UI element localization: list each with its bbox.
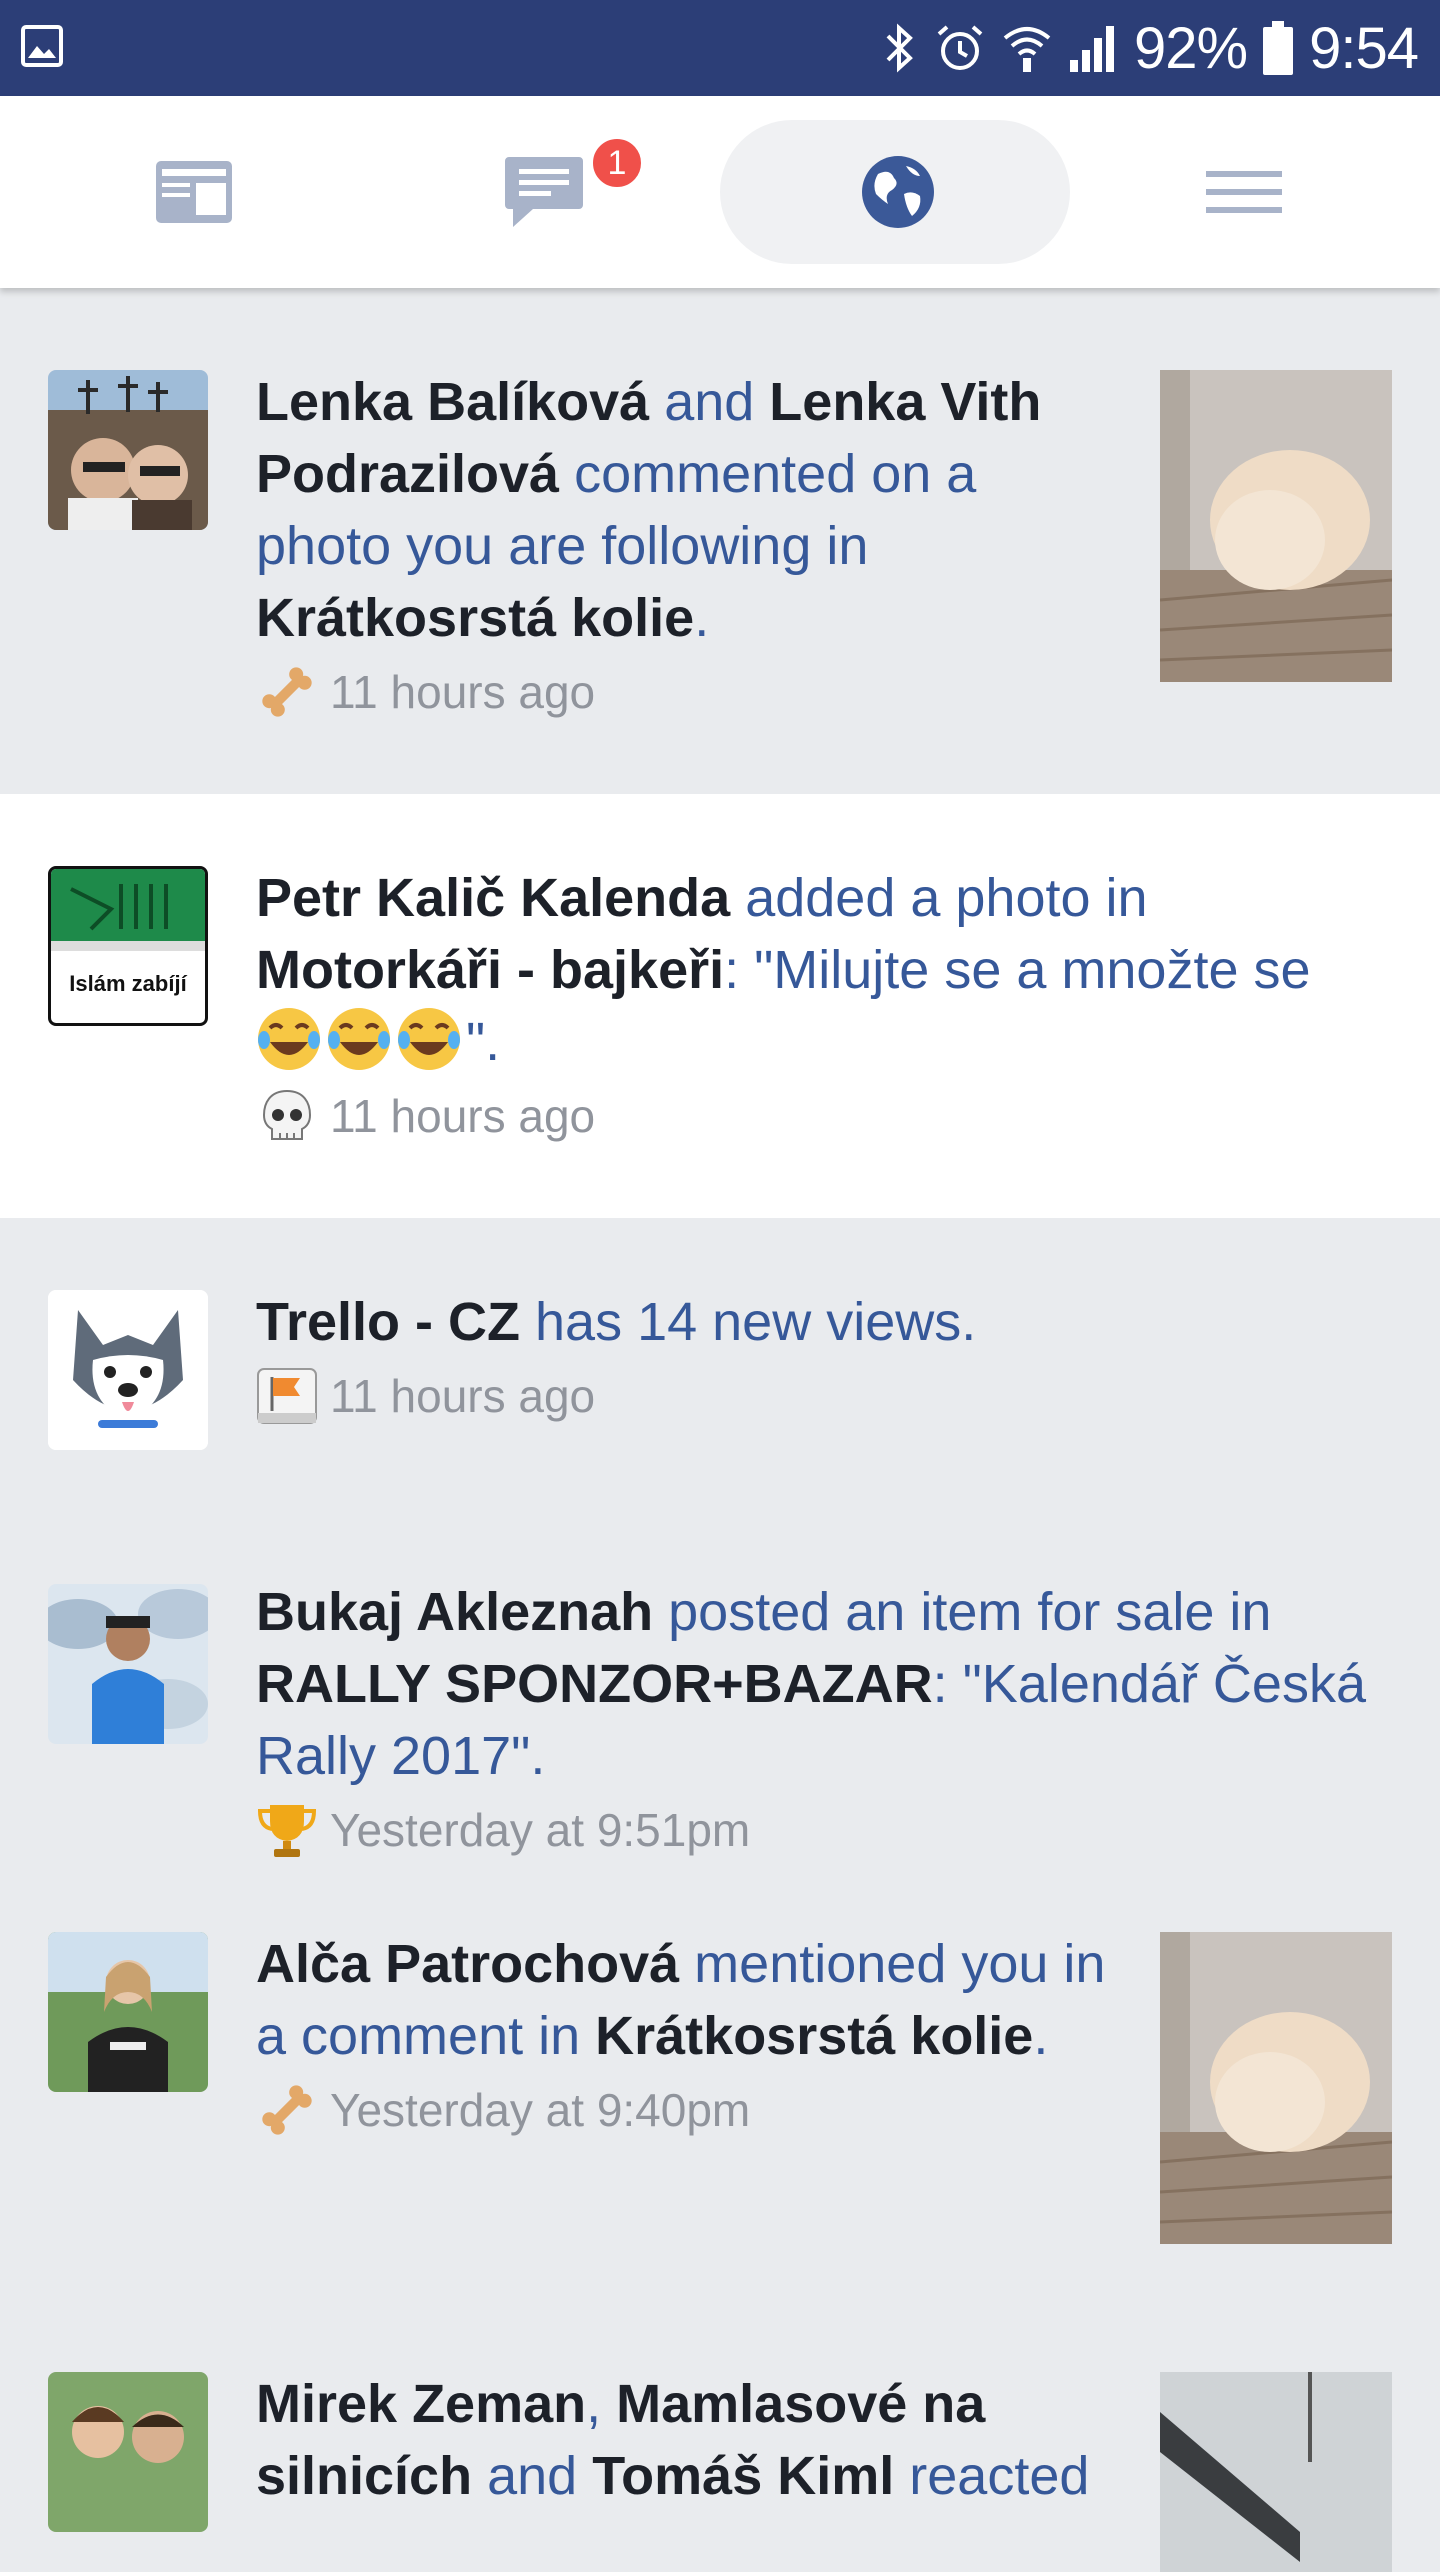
- action-text: has 14 new views.: [520, 1292, 977, 1352]
- clock: 9:54: [1309, 15, 1419, 81]
- avatar: [48, 1290, 208, 1450]
- top-nav-bar: 1: [0, 96, 1440, 288]
- bone-icon: [262, 667, 312, 717]
- timestamp: Yesterday at 9:40pm: [330, 2084, 751, 2136]
- notification-text: Lenka Balíková and Lenka Vith Podrazilov…: [256, 366, 1126, 654]
- notification-text: Bukaj Akleznah posted an item for sale i…: [256, 1576, 1366, 1792]
- newsfeed-icon: [156, 161, 232, 223]
- end-punct: .: [1033, 2006, 1049, 2066]
- actor-name[interactable]: Lenka Balíková: [256, 372, 649, 432]
- battery-percent: 92%: [1134, 15, 1248, 81]
- notification-item[interactable]: Islám zabíjí Petr Kalič Kalenda added a …: [0, 794, 1440, 1218]
- notification-text: Trello - CZ has 14 new views.: [256, 1286, 1366, 1358]
- notification-list: Lenka Balíková and Lenka Vith Podrazilov…: [0, 288, 1440, 2572]
- timestamp: 11 hours ago: [330, 666, 596, 718]
- avatar: [48, 2372, 208, 2532]
- timestamp: 11 hours ago: [330, 1090, 596, 1142]
- alarm-icon: [937, 25, 983, 70]
- tab-messages[interactable]: [364, 96, 724, 288]
- battery-icon: [1263, 21, 1294, 75]
- flag-icon: [257, 1368, 317, 1424]
- tab-menu[interactable]: [1064, 96, 1424, 288]
- actor-name[interactable]: Alča Patrochová: [256, 1934, 679, 1994]
- action-text: reacted: [894, 2446, 1090, 2506]
- actor-name[interactable]: Mirek Zeman: [256, 2374, 586, 2434]
- quote-end: ".: [466, 1012, 501, 1072]
- notification-item[interactable]: Trello - CZ has 14 new views. 11 hours a…: [0, 1218, 1440, 1508]
- avatar-caption: Islám zabíjí: [69, 971, 187, 996]
- conjunction: and: [649, 372, 770, 432]
- skull-icon: [262, 1089, 312, 1140]
- signal-icon: [1070, 26, 1115, 72]
- hamburger-icon: [1206, 171, 1282, 213]
- quote-text: : "Milujte se a množte se: [724, 940, 1311, 1000]
- gallery-icon: [21, 25, 63, 67]
- photo-thumbnail[interactable]: [1160, 2372, 1392, 2572]
- target-name[interactable]: RALLY SPONZOR+BAZAR: [256, 1654, 933, 1714]
- avatar: [48, 1584, 208, 1744]
- chat-icon: [505, 157, 583, 227]
- notification-text: Petr Kalič Kalenda added a photo in Moto…: [256, 862, 1366, 1078]
- messages-badge: 1: [590, 136, 644, 190]
- actor-name[interactable]: Bukaj Akleznah: [256, 1582, 653, 1642]
- globe-icon: [862, 156, 934, 228]
- notification-item[interactable]: Alča Patrochová mentioned you in a comme…: [0, 1932, 1440, 2372]
- tab-notifications[interactable]: [718, 96, 1078, 288]
- status-bar: 92% 9:54: [0, 0, 1440, 96]
- bone-icon: [262, 2085, 312, 2135]
- bluetooth-icon: [886, 23, 913, 73]
- avatar: [48, 1932, 208, 2092]
- notification-text: Alča Patrochová mentioned you in a comme…: [256, 1928, 1126, 2072]
- target-name[interactable]: Motorkáři - bajkeři: [256, 940, 724, 1000]
- tab-news-feed[interactable]: [14, 96, 374, 288]
- laughing-emoji-icon: [258, 1008, 320, 1070]
- target-name[interactable]: Krátkosrstá kolie: [256, 588, 694, 648]
- avatar: [48, 370, 208, 530]
- action-text: added a photo in: [730, 868, 1148, 928]
- conjunction: and: [472, 2446, 593, 2506]
- target-name[interactable]: Krátkosrstá kolie: [595, 2006, 1033, 2066]
- photo-thumbnail[interactable]: [1160, 1932, 1392, 2244]
- action-text: posted an item for sale in: [653, 1582, 1272, 1642]
- notification-item[interactable]: Lenka Balíková and Lenka Vith Podrazilov…: [0, 288, 1440, 794]
- end-punct: .: [694, 588, 710, 648]
- trophy-icon: [257, 1805, 317, 1857]
- laughing-emoji-icon: [328, 1008, 390, 1070]
- actor-name[interactable]: Tomáš Kiml: [592, 2446, 894, 2506]
- actor-name[interactable]: Petr Kalič Kalenda: [256, 868, 730, 928]
- actor-name[interactable]: Trello - CZ: [256, 1292, 520, 1352]
- notification-item[interactable]: Bukaj Akleznah posted an item for sale i…: [0, 1508, 1440, 1932]
- photo-thumbnail[interactable]: [1160, 370, 1392, 682]
- separator: ,: [586, 2374, 617, 2434]
- wifi-icon: [1003, 27, 1051, 72]
- notification-item[interactable]: Mirek Zeman, Mamlasové na silnicích and …: [0, 2372, 1440, 2572]
- laughing-emoji-icon: [398, 1008, 460, 1070]
- notification-text: Mirek Zeman, Mamlasové na silnicích and …: [256, 2372, 1126, 2512]
- avatar: Islám zabíjí: [48, 866, 208, 1026]
- timestamp: 11 hours ago: [330, 1370, 596, 1422]
- timestamp: Yesterday at 9:51pm: [330, 1804, 751, 1856]
